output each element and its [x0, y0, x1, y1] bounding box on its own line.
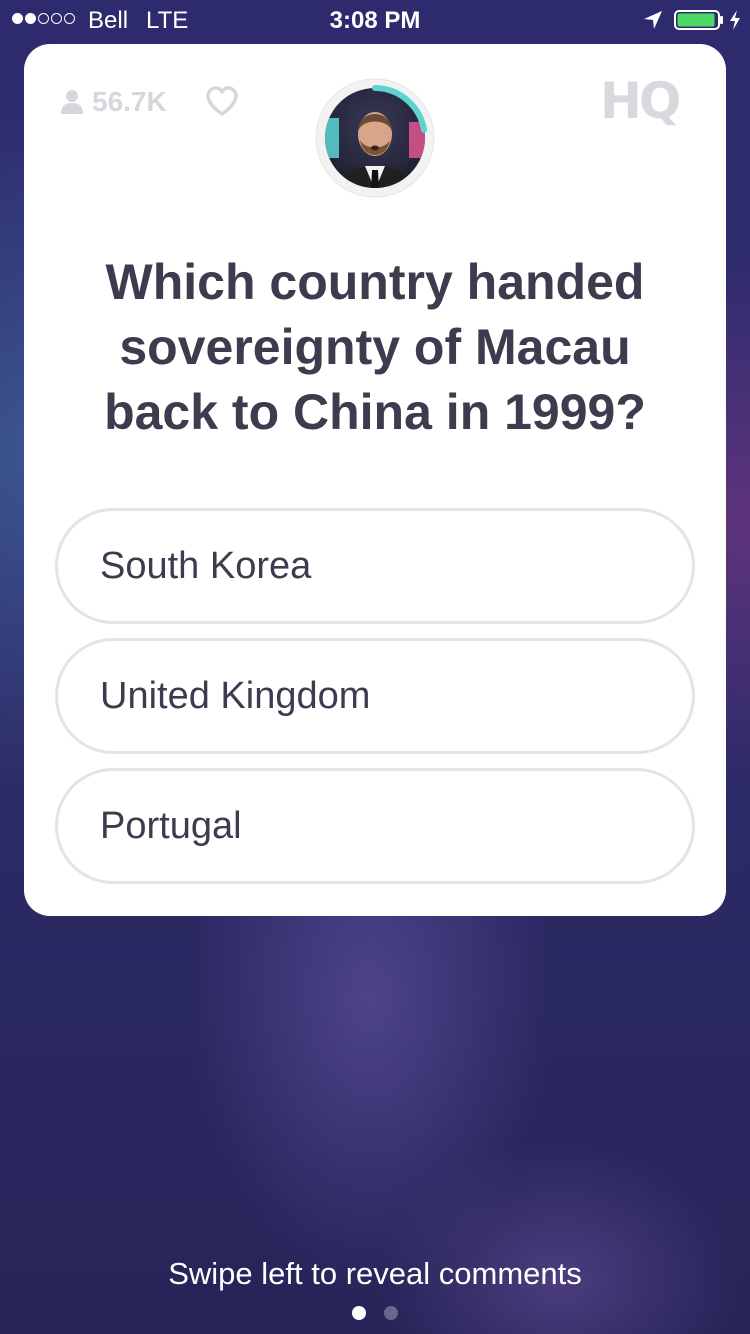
heart-icon[interactable] [205, 86, 239, 116]
answer-option-3[interactable]: Portugal [55, 768, 695, 884]
host-avatar [315, 78, 435, 198]
swipe-hint: Swipe left to reveal comments [168, 1256, 582, 1291]
answer-option-1[interactable]: South Korea [55, 508, 695, 624]
answer-option-label: Portugal [100, 804, 242, 847]
viewer-count: 56.7K [60, 86, 167, 118]
clock: 3:08 PM [329, 7, 421, 34]
question-text: Which country handed sovereignty of Maca… [104, 254, 646, 440]
location-arrow-icon [644, 11, 662, 29]
person-icon [61, 90, 83, 114]
page-dot [384, 1306, 398, 1320]
answer-option-2[interactable]: United Kingdom [55, 638, 695, 754]
hq-logo: HQ [600, 72, 681, 130]
question-card: 56.7K HQ Which country handed sovereignt… [24, 44, 726, 916]
viewer-count-label: 56.7K [92, 86, 167, 117]
page-dot-active [352, 1306, 366, 1320]
charging-bolt-icon [730, 10, 740, 30]
status-bar: Bell LTE 3:08 PM [0, 0, 750, 40]
page-indicator[interactable] [0, 1306, 750, 1320]
battery-icon [674, 10, 723, 30]
answer-option-label: South Korea [100, 544, 312, 587]
answer-option-label: United Kingdom [100, 674, 371, 717]
battery-fill [677, 13, 715, 27]
